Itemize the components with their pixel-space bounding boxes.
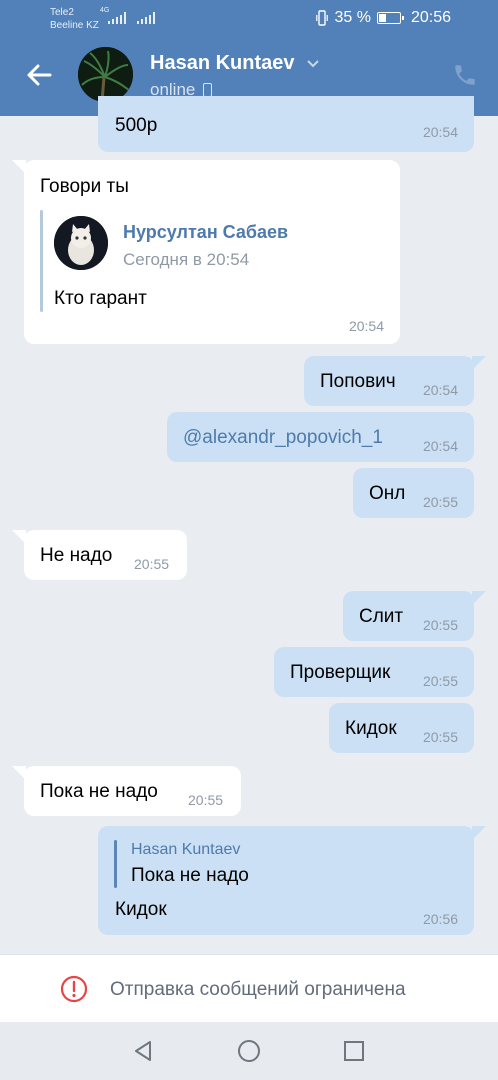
message-outgoing[interactable]: Попович 20:54 (304, 356, 486, 406)
warning-circle-icon (60, 975, 88, 1003)
message-time: 20:56 (422, 911, 458, 927)
reply-author[interactable]: Hasan Kuntaev (131, 841, 240, 859)
status-bar-right: 35 % 20:56 (316, 9, 451, 27)
message-text: Не надо (40, 545, 113, 566)
carrier-1: Tele2 (50, 7, 74, 18)
battery-icon (376, 12, 404, 24)
home-circle-icon[interactable] (236, 1038, 262, 1064)
reply-text: Пока не надо (131, 865, 249, 886)
forward-author[interactable]: Нурсултан Сабаев (123, 222, 288, 243)
forward-bar (40, 210, 43, 312)
message-outgoing[interactable]: @alexandr_popovich_1 20:54 (167, 412, 474, 462)
avatar[interactable] (78, 47, 133, 102)
message-outgoing[interactable]: Слит 20:55 (343, 591, 486, 641)
contact-name[interactable]: Hasan Kuntaev (150, 52, 295, 75)
back-triangle-icon[interactable] (130, 1038, 156, 1064)
message-incoming[interactable]: Говори ты Нурсултан Сабаев Сегодня в 20:… (12, 160, 400, 344)
message-text: Слит (359, 606, 404, 627)
message-time: 20:55 (422, 494, 458, 510)
message-time: 20:55 (188, 792, 224, 808)
phone-icon[interactable] (452, 62, 478, 88)
vibrate-icon (316, 10, 329, 26)
message-time: 20:55 (422, 729, 458, 745)
message-text: Проверщик (290, 662, 391, 683)
message-time: 20:54 (348, 318, 384, 334)
recents-square-icon[interactable] (341, 1038, 367, 1064)
message-incoming[interactable]: Не надо 20:55 (12, 530, 187, 580)
chevron-down-icon[interactable] (306, 56, 320, 70)
message-time: 20:55 (422, 673, 458, 689)
message-time: 20:54 (422, 124, 458, 140)
system-nav-bar (0, 1022, 498, 1080)
restriction-bar: Отправка сообщений ограничена (0, 954, 498, 1023)
message-text: Говори ты (40, 176, 129, 197)
message-outgoing[interactable]: Онл 20:55 (353, 468, 474, 518)
message-outgoing[interactable]: Кидок 20:55 (329, 703, 474, 753)
message-text: 500р (115, 115, 158, 136)
mention-link[interactable]: @alexandr_popovich_1 (183, 427, 383, 449)
carrier-2: Beeline KZ (50, 20, 99, 31)
forward-avatar[interactable] (54, 216, 108, 270)
message-text: Кидок (115, 899, 167, 920)
message-time: 20:55 (134, 556, 170, 572)
message-outgoing[interactable]: Проверщик 20:55 (274, 647, 474, 697)
battery-percent: 35 % (334, 9, 371, 26)
message-text: Кидок (345, 718, 397, 739)
message-time: 20:55 (422, 617, 458, 633)
message-text: Онл (369, 483, 406, 504)
status-bar-carriers: Tele2 Beeline KZ (50, 6, 99, 32)
arrow-left-icon[interactable] (24, 60, 54, 90)
message-incoming[interactable]: Пока не надо 20:55 (12, 766, 241, 816)
clock: 20:56 (410, 9, 451, 26)
signal-icon-2 (137, 12, 155, 24)
mobile-icon (203, 83, 213, 97)
message-text: Попович (320, 371, 396, 392)
reply-bar (114, 840, 117, 888)
message-time: 20:54 (422, 382, 458, 398)
battery-fill (378, 14, 386, 22)
forward-text: Кто гарант (54, 288, 147, 309)
forward-date: Сегодня в 20:54 (123, 250, 250, 269)
message-time: 20:54 (422, 438, 458, 454)
signal-icon (108, 12, 126, 24)
restriction-text: Отправка сообщений ограничена (110, 979, 406, 1000)
message-text: Пока не надо (40, 781, 158, 802)
message-outgoing[interactable]: Hasan Kuntaev Пока не надо Кидок 20:56 (98, 826, 486, 935)
message-outgoing[interactable]: 500р 20:54 (98, 96, 474, 152)
